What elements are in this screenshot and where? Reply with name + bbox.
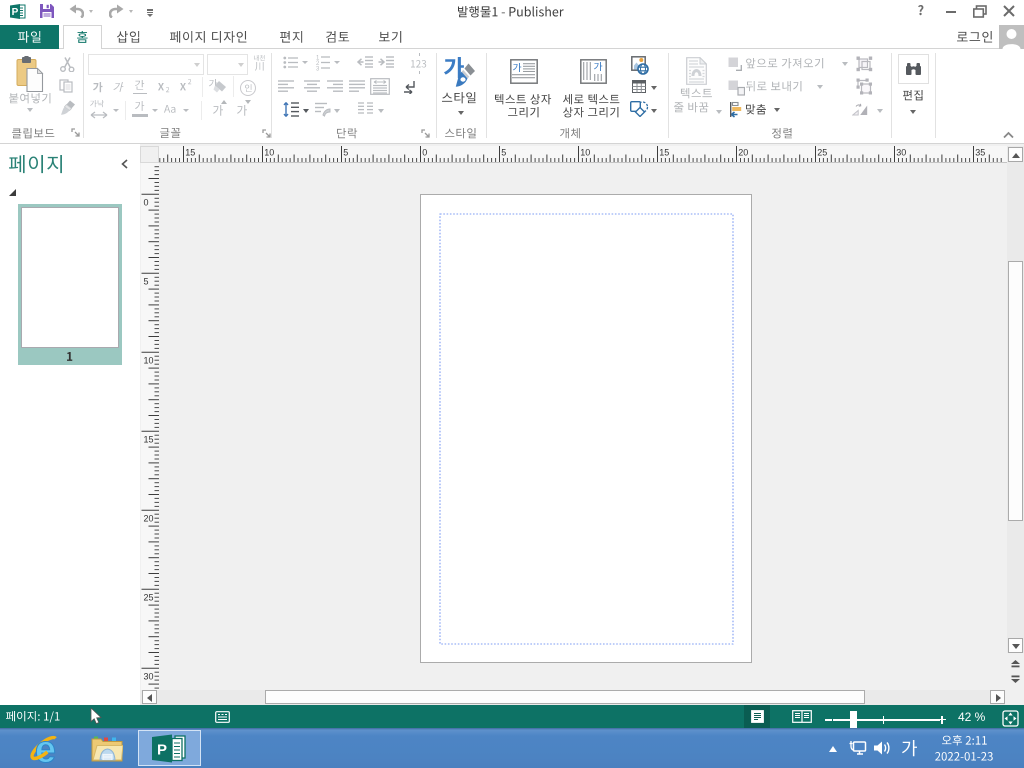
svg-text:5: 5 [501,148,506,158]
svg-text:15: 15 [185,148,195,158]
svg-text:10: 10 [264,148,274,158]
svg-text:10: 10 [144,355,154,365]
svg-text:P: P [157,742,167,759]
svg-text:5: 5 [343,148,348,158]
svg-text:10: 10 [580,148,590,158]
svg-text:P: P [12,7,19,18]
svg-text:25: 25 [144,592,154,602]
svg-text:e: e [35,729,56,767]
svg-text:3: 3 [316,67,320,72]
svg-text:15: 15 [659,148,669,158]
svg-text:30: 30 [896,148,906,158]
svg-text:35: 35 [975,148,985,158]
svg-text:25: 25 [817,148,827,158]
svg-text:5: 5 [144,276,149,286]
svg-text:20: 20 [144,513,154,523]
svg-text:20: 20 [738,148,748,158]
svg-text:0: 0 [144,197,149,207]
svg-text:0: 0 [422,148,427,158]
svg-text:30: 30 [144,671,154,681]
svg-text:15: 15 [144,434,154,444]
